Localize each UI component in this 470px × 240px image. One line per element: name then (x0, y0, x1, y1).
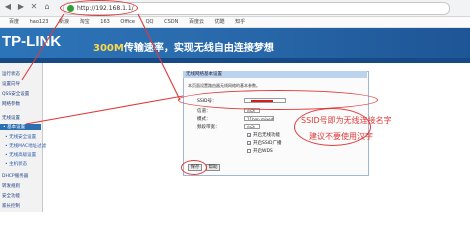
arrow-from-url (137, 13, 181, 101)
annotation-arrows (21, 13, 184, 125)
arrow-to-wireless-menu (21, 13, 65, 81)
arrow-to-basic-settings (25, 95, 184, 125)
